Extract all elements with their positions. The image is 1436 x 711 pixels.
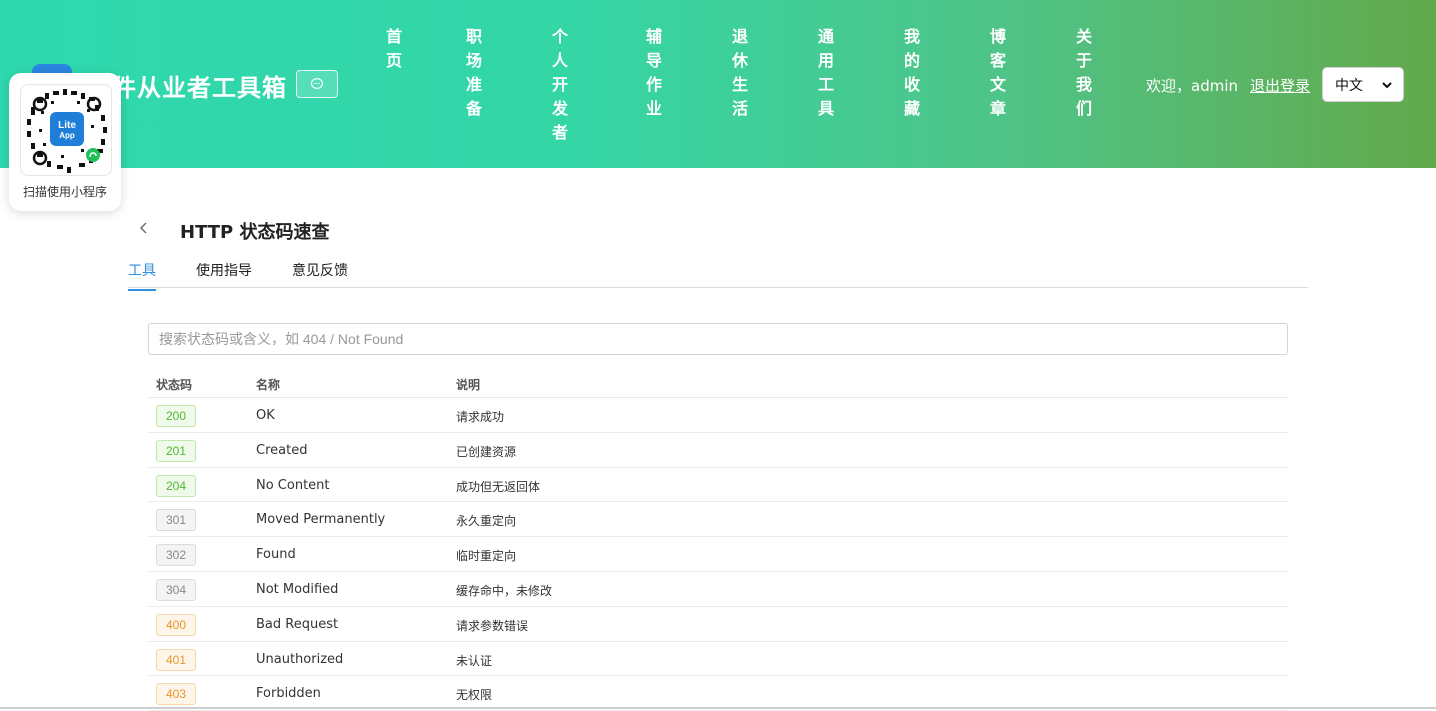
back-arrow-icon[interactable] (137, 220, 151, 236)
table-row: 204 No Content 成功但无返回体 (148, 468, 1288, 503)
language-value: 中文 (1335, 77, 1363, 94)
tab-feedback[interactable]: 意见反馈 (292, 260, 348, 289)
nav-home[interactable]: 首页 (384, 25, 404, 73)
site-title: 件从业者工具箱 (112, 74, 287, 102)
status-code-table: 状态码 名称 说明 200 OK 请求成功 201 Created 已创建资源 … (148, 368, 1288, 711)
qr-code-icon: Lite App (27, 89, 107, 173)
chat-button[interactable] (296, 70, 338, 98)
table-header-row: 状态码 名称 说明 (148, 368, 1288, 398)
search-input[interactable] (148, 323, 1288, 355)
status-name: OK (256, 408, 275, 423)
status-desc: 成功但无返回体 (456, 479, 541, 494)
nav-general-tools[interactable]: 通用工具 (816, 25, 836, 121)
table-row: 401 Unauthorized 未认证 (148, 642, 1288, 677)
header-name: 名称 (256, 378, 281, 392)
chat-bubble-icon (310, 78, 324, 89)
tab-bar: 工具 使用指导 意见反馈 (128, 258, 1308, 291)
tab-guide[interactable]: 使用指导 (196, 260, 252, 289)
nav-retirement[interactable]: 退休生活 (730, 25, 750, 121)
status-desc: 永久重定向 (456, 514, 517, 529)
table-row: 400 Bad Request 请求参数错误 (148, 607, 1288, 642)
status-desc: 已创建资源 (456, 444, 517, 459)
status-desc: 无权限 (456, 688, 493, 703)
nav-about[interactable]: 关于我们 (1074, 25, 1094, 121)
status-badge: 204 (156, 474, 196, 497)
status-name: Created (256, 442, 308, 458)
nav-career-prep[interactable]: 职场准备 (464, 25, 484, 121)
status-name: No Content (256, 477, 330, 493)
nav-favorites[interactable]: 我的收藏 (902, 25, 922, 121)
tab-tool[interactable]: 工具 (128, 260, 156, 291)
nav-indie-dev[interactable]: 个人开发者 (550, 25, 570, 145)
chevron-down-icon (1382, 82, 1392, 89)
status-badge: 301 (156, 509, 196, 532)
status-name: Moved Permanently (256, 512, 386, 528)
page-title: HTTP 状态码速查 (180, 222, 330, 243)
status-name: Found (256, 547, 296, 563)
nav-homework[interactable]: 辅导作业 (644, 25, 664, 121)
qr-caption: 扫描使用小程序 (22, 185, 107, 199)
status-badge: 200 (156, 405, 196, 427)
table-row: 200 OK 请求成功 (148, 398, 1288, 433)
status-badge: 403 (156, 683, 196, 706)
qr-logo-line1: Lite (58, 120, 76, 131)
qr-code: Lite App (20, 84, 112, 176)
qr-logo-line2: App (59, 131, 75, 140)
status-desc: 请求成功 (456, 410, 505, 424)
status-name: Not Modified (256, 581, 339, 597)
status-name: Bad Request (256, 616, 339, 632)
status-desc: 缓存命中，未修改 (456, 583, 553, 598)
language-select[interactable]: 中文 (1322, 67, 1404, 102)
status-badge: 401 (156, 648, 196, 671)
nav-blog[interactable]: 博客文章 (988, 25, 1008, 121)
table-row: 304 Not Modified 缓存命中，未修改 (148, 572, 1288, 607)
status-desc: 未认证 (456, 653, 493, 668)
table-row: 302 Found 临时重定向 (148, 537, 1288, 572)
status-badge: 400 (156, 613, 196, 636)
status-badge: 304 (156, 578, 196, 601)
logout-link[interactable]: 退出登录 (1250, 75, 1310, 96)
welcome-text: 欢迎，admin (1146, 77, 1238, 95)
table-row: 301 Moved Permanently 永久重定向 (148, 502, 1288, 538)
status-badge: 302 (156, 544, 196, 567)
top-header: 件从业者工具箱 首页 职场准备 个人开发者 辅导作业 退休生活 通用工具 我的收… (0, 0, 1436, 168)
header-code: 状态码 (156, 378, 193, 392)
status-desc: 请求参数错误 (456, 618, 529, 633)
status-name: Unauthorized (256, 651, 344, 667)
status-desc: 临时重定向 (456, 549, 517, 564)
table-row: 201 Created 已创建资源 (148, 433, 1288, 468)
mini-program-qr-card[interactable]: Lite App 扫描使用小程序 (9, 73, 121, 211)
status-badge: 201 (156, 439, 196, 462)
viewport-bottom-edge (0, 707, 1436, 709)
status-name: Forbidden (256, 686, 321, 702)
table-row: 403 Forbidden 无权限 (148, 676, 1288, 711)
header-desc: 说明 (456, 378, 481, 392)
